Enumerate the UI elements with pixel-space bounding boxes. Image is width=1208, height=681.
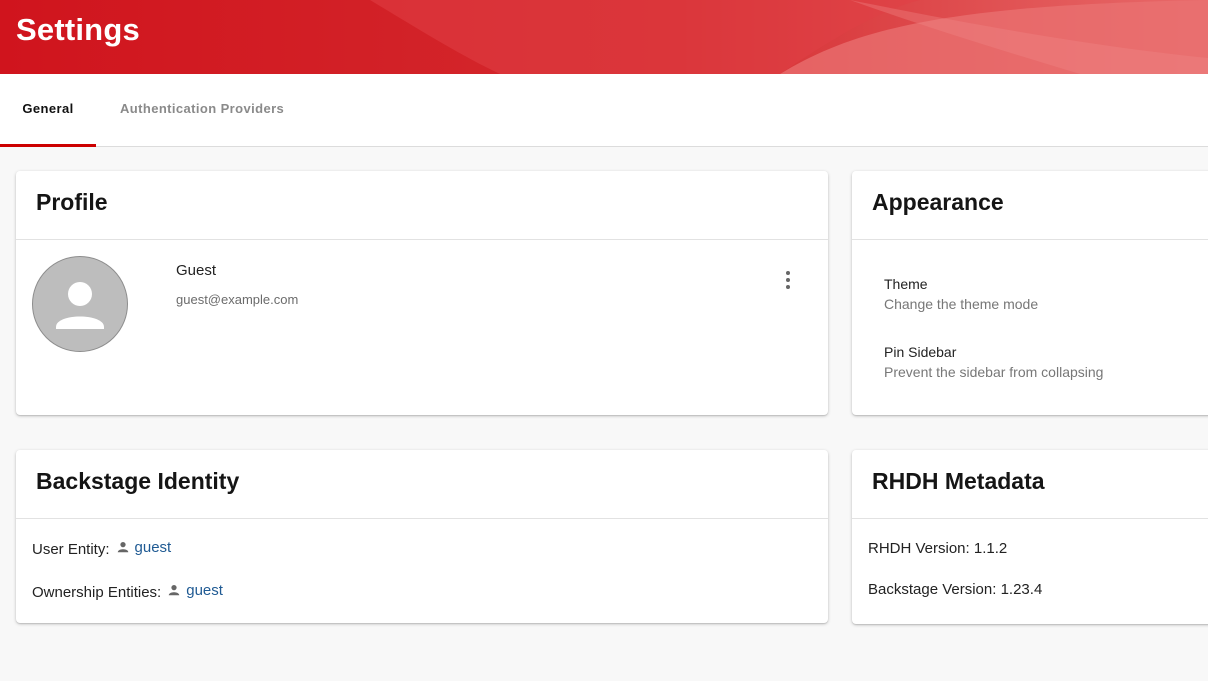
tab-general-label: General xyxy=(22,101,74,116)
settings-tabs: General Authentication Providers xyxy=(0,74,1208,147)
pin-sidebar-setting-title: Pin Sidebar xyxy=(884,344,957,360)
page-title: Settings xyxy=(16,12,140,47)
theme-setting-title: Theme xyxy=(884,276,928,292)
card-divider xyxy=(852,518,1208,519)
profile-email: guest@example.com xyxy=(176,292,299,307)
card-divider xyxy=(852,239,1208,240)
tab-selected-indicator xyxy=(0,144,96,147)
user-entity-row: User Entity: guest xyxy=(32,539,172,558)
person-icon xyxy=(168,584,180,595)
rhdh-version: RHDH Version: 1.1.2 xyxy=(868,540,1008,557)
user-entity-label: User Entity: xyxy=(32,541,110,558)
person-icon xyxy=(56,282,104,329)
appearance-card-title: Appearance xyxy=(872,189,1004,215)
profile-card-title: Profile xyxy=(36,189,108,215)
ownership-entities-label: Ownership Entities: xyxy=(32,584,162,601)
tab-authentication-providers[interactable]: Authentication Providers xyxy=(120,74,284,146)
backstage-identity-card-title: Backstage Identity xyxy=(36,468,240,494)
ownership-entity-link[interactable]: guest xyxy=(186,582,223,599)
more-vert-icon[interactable] xyxy=(774,267,802,295)
page-header: Settings xyxy=(0,0,1208,74)
card-divider xyxy=(16,518,828,519)
avatar xyxy=(32,256,128,352)
profile-name: Guest xyxy=(176,262,217,279)
card-divider xyxy=(16,239,828,240)
rhdh-metadata-card-title: RHDH Metadata xyxy=(872,468,1045,494)
backstage-version: Backstage Version: 1.23.4 xyxy=(868,581,1043,598)
profile-card: Profile Guest guest@example.com xyxy=(16,171,828,415)
rhdh-metadata-card: RHDH Metadata RHDH Version: 1.1.2 Backst… xyxy=(852,450,1208,624)
header-wave-decoration xyxy=(0,0,1208,74)
theme-setting-description: Change the theme mode xyxy=(884,296,1039,312)
tab-general[interactable]: General xyxy=(0,74,96,147)
backstage-identity-card: Backstage Identity User Entity: guest Ow… xyxy=(16,450,828,623)
tab-authentication-providers-label: Authentication Providers xyxy=(120,101,285,116)
person-icon xyxy=(117,541,128,552)
ownership-entities-row: Ownership Entities: guest xyxy=(32,582,223,601)
user-entity-link[interactable]: guest xyxy=(135,539,172,556)
appearance-card: Appearance Theme Change the theme mode P… xyxy=(852,171,1208,415)
pin-sidebar-setting-description: Prevent the sidebar from collapsing xyxy=(884,364,1104,380)
